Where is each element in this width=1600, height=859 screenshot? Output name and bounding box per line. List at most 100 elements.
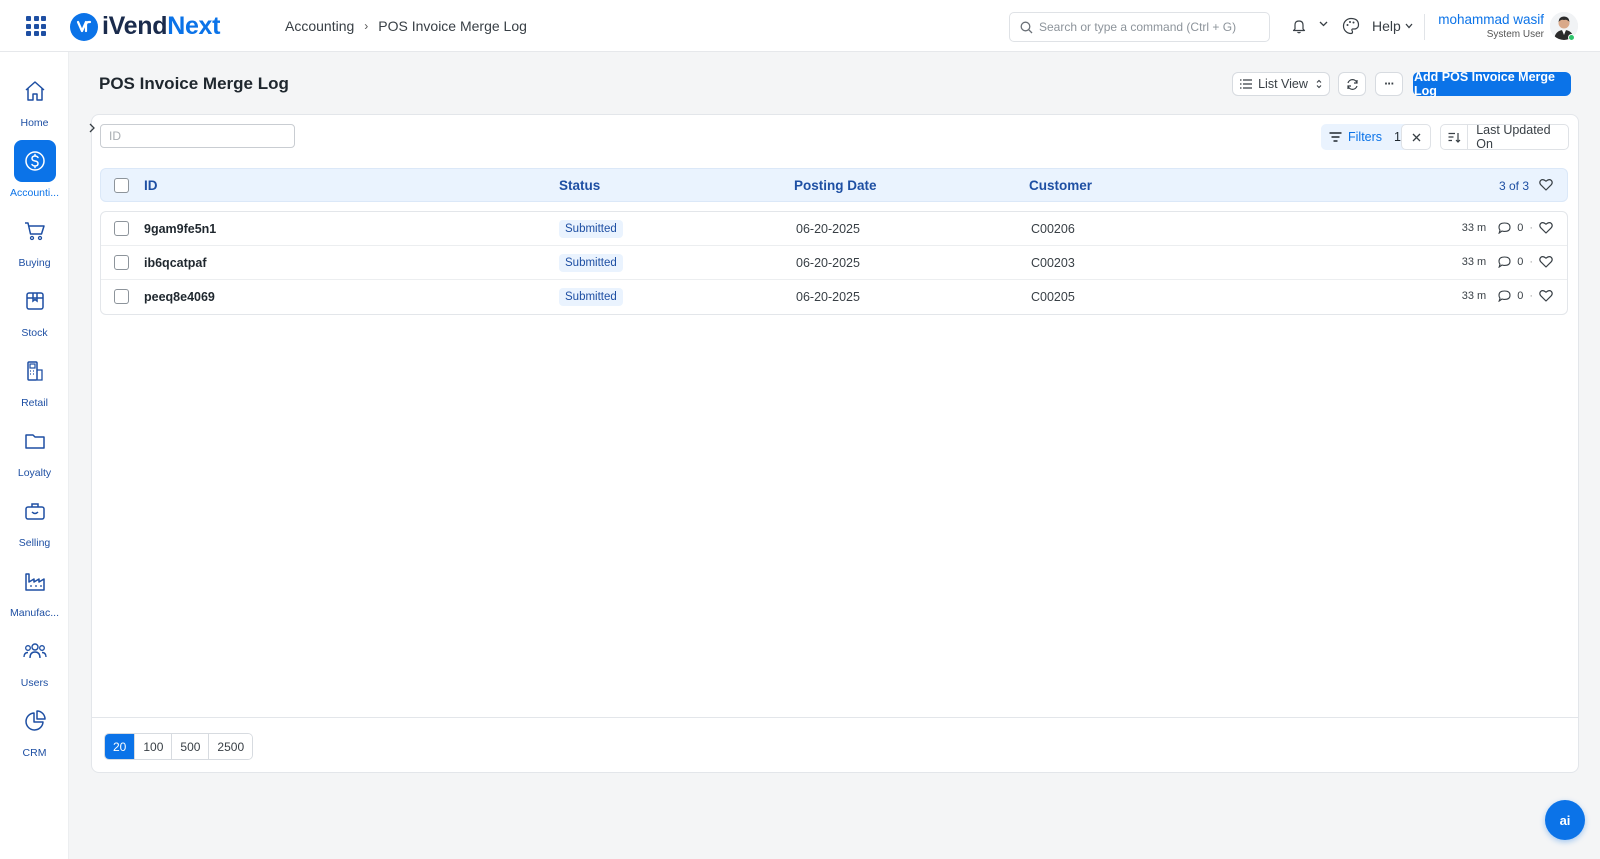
chevron-right-icon[interactable] xyxy=(88,122,96,134)
search-box[interactable] xyxy=(1009,12,1270,42)
meta-dot: · xyxy=(1529,255,1533,268)
ai-label: ai xyxy=(1559,812,1571,828)
sort-order-button[interactable] xyxy=(1441,125,1469,149)
heart-icon[interactable] xyxy=(1539,221,1553,234)
comment-icon[interactable] xyxy=(1498,255,1511,268)
row-age: 33 m xyxy=(1461,289,1487,302)
filter-icon xyxy=(1329,132,1342,142)
list-view-button[interactable]: List View xyxy=(1232,72,1330,96)
user-menu[interactable]: mohammad wasif System User xyxy=(1438,12,1544,40)
sidebar-item-accounting[interactable]: Accounti... xyxy=(0,134,69,202)
home-icon xyxy=(14,70,56,112)
row-id[interactable]: 9gam9fe5n1 xyxy=(144,222,216,236)
sort-selector[interactable]: Last Updated On xyxy=(1440,123,1569,151)
sidebar-item-manufacturing[interactable]: Manufac... xyxy=(0,554,69,622)
table-row[interactable]: 9gam9fe5n1 Submitted 06-20-2025 C00206 3… xyxy=(101,212,1567,246)
table-row[interactable]: peeq8e4069 Submitted 06-20-2025 C00205 3… xyxy=(101,280,1567,314)
row-id[interactable]: ib6qcatpaf xyxy=(144,256,207,270)
clear-filters-button[interactable] xyxy=(1401,124,1431,150)
row-id[interactable]: peeq8e4069 xyxy=(144,290,215,304)
sidebar-item-selling[interactable]: Selling xyxy=(0,484,69,552)
heart-icon[interactable] xyxy=(1539,178,1553,191)
add-pos-invoice-merge-log-button[interactable]: Add POS Invoice Merge Log xyxy=(1413,70,1571,98)
add-button-label: Add POS Invoice Merge Log xyxy=(1414,70,1556,98)
notification-bell-icon[interactable] xyxy=(1292,18,1306,34)
sidebar-item-label: Accounti... xyxy=(9,187,60,199)
chevron-down-icon[interactable] xyxy=(1319,21,1328,27)
close-icon xyxy=(1412,133,1420,141)
id-filter-input[interactable] xyxy=(100,124,295,148)
list-view-label: List View xyxy=(1258,77,1308,91)
column-header-status[interactable]: Status xyxy=(559,178,600,193)
chevron-down-icon xyxy=(1405,23,1413,29)
chevron-updown-icon xyxy=(1316,79,1322,89)
user-name: mohammad wasif xyxy=(1438,12,1544,27)
status-badge: Submitted xyxy=(559,288,623,306)
palette-icon[interactable] xyxy=(1342,17,1360,35)
search-icon xyxy=(1020,21,1033,33)
ai-assistant-button[interactable]: ai xyxy=(1545,800,1585,840)
meta-dot: · xyxy=(1529,289,1533,302)
logo-text: iVendNext xyxy=(102,12,221,40)
page-size-500[interactable]: 500 xyxy=(172,734,210,759)
select-all-checkbox[interactable] xyxy=(114,178,129,193)
top-bar: iVendNext Accounting › POS Invoice Merge… xyxy=(0,0,1600,52)
folder-icon xyxy=(14,420,56,462)
refresh-button[interactable] xyxy=(1338,72,1366,96)
record-count: 3 of 3 xyxy=(1498,179,1529,193)
row-checkbox[interactable] xyxy=(114,255,129,270)
dollar-icon xyxy=(13,140,56,182)
row-customer: C00203 xyxy=(1031,256,1075,270)
help-menu[interactable]: Help xyxy=(1372,18,1413,34)
row-meta: 33 m 0 · xyxy=(1462,221,1553,234)
page-title: POS Invoice Merge Log xyxy=(99,74,289,93)
row-checkbox[interactable] xyxy=(114,221,129,236)
table-row[interactable]: ib6qcatpaf Submitted 06-20-2025 C00203 3… xyxy=(101,246,1567,280)
sidebar-item-label: Buying xyxy=(18,257,51,269)
more-options-button[interactable]: ··· xyxy=(1375,72,1403,96)
breadcrumb-separator: › xyxy=(364,19,369,33)
sidebar-item-crm[interactable]: CRM xyxy=(0,694,69,762)
comment-icon[interactable] xyxy=(1498,289,1511,302)
column-header-id[interactable]: ID xyxy=(144,178,158,193)
list-icon xyxy=(1240,79,1253,89)
meta-dot: · xyxy=(1529,221,1533,234)
column-header-customer[interactable]: Customer xyxy=(1029,178,1092,193)
apps-grid-icon[interactable] xyxy=(26,16,46,36)
sidebar-item-retail[interactable]: Retail xyxy=(0,344,69,412)
page-size-selector: 20 100 500 2500 xyxy=(104,733,254,760)
row-posting-date: 06-20-2025 xyxy=(796,222,860,236)
heart-icon[interactable] xyxy=(1539,289,1553,302)
sidebar-item-label: Retail xyxy=(21,397,48,409)
sidebar-item-loyalty[interactable]: Loyalty xyxy=(0,414,69,482)
sidebar-item-label: Manufac... xyxy=(9,607,60,619)
sidebar-item-users[interactable]: Users xyxy=(0,624,69,692)
row-comment-count: 0 xyxy=(1517,289,1524,302)
sidebar-item-buying[interactable]: Buying xyxy=(0,204,69,272)
sidebar-item-stock[interactable]: Stock xyxy=(0,274,69,342)
breadcrumb: Accounting › POS Invoice Merge Log xyxy=(285,18,527,34)
bag-icon xyxy=(14,490,56,532)
heart-icon[interactable] xyxy=(1539,255,1553,268)
sidebar-item-label: Selling xyxy=(18,537,51,549)
breadcrumb-current[interactable]: POS Invoice Merge Log xyxy=(378,18,527,34)
row-posting-date: 06-20-2025 xyxy=(796,290,860,304)
online-status-dot xyxy=(1568,34,1575,41)
page-size-2500[interactable]: 2500 xyxy=(209,734,253,759)
page-size-100[interactable]: 100 xyxy=(135,734,173,759)
page-size-20[interactable]: 20 xyxy=(105,734,136,759)
app-logo[interactable]: iVendNext xyxy=(70,12,220,41)
filters-button[interactable]: Filters 1 xyxy=(1321,124,1431,150)
status-badge: Submitted xyxy=(559,254,623,272)
search-input[interactable] xyxy=(1039,20,1259,34)
row-customer: C00205 xyxy=(1031,290,1075,304)
breadcrumb-parent[interactable]: Accounting xyxy=(285,18,354,34)
comment-icon[interactable] xyxy=(1498,221,1511,234)
box-icon xyxy=(14,280,56,322)
divider xyxy=(1424,14,1425,40)
column-header-posting-date[interactable]: Posting Date xyxy=(794,178,877,193)
row-checkbox[interactable] xyxy=(114,289,129,304)
row-customer: C00206 xyxy=(1031,222,1075,236)
row-age: 33 m xyxy=(1461,221,1487,234)
sidebar-item-home[interactable]: Home xyxy=(0,64,69,132)
